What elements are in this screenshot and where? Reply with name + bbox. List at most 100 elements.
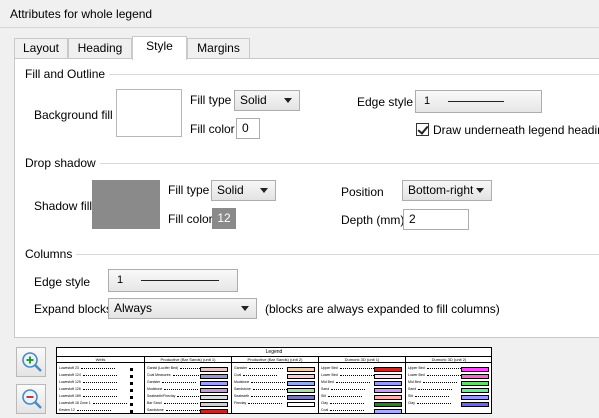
- legend-preview-entry-label: Lower Bed: [408, 373, 425, 377]
- legend-preview-swatch: [374, 409, 402, 413]
- legend-preview-entry: Lowestoft 189: [59, 394, 117, 400]
- legend-preview-marker: [130, 396, 133, 399]
- legend-preview-entry-label: Sand: [321, 387, 330, 391]
- legend-preview-swatch: [200, 374, 228, 379]
- legend-preview-entry: Lowestoft 124: [59, 373, 117, 379]
- tab-style[interactable]: Style: [132, 36, 187, 60]
- chevron-down-icon: [284, 98, 292, 103]
- tab-margins[interactable]: Margins: [187, 38, 250, 59]
- background-fill-swatch[interactable]: [116, 89, 182, 137]
- legend-preview-entry: Lowestoft 126: [59, 387, 117, 393]
- legend-preview-entry-label: Lowestoft 18 Zone 1: [59, 401, 91, 405]
- legend-preview-entry-label: Lowestoft 126: [59, 387, 81, 391]
- legend-preview-entry-label: Coal Measures: [147, 373, 171, 377]
- columns-edge-style-label: Edge style: [34, 275, 91, 289]
- legend-preview-marker: [130, 382, 133, 385]
- legend-preview-swatch: [200, 388, 228, 393]
- legend-preview-swatch: [374, 402, 402, 407]
- shadow-fill-type-label: Fill type: [168, 183, 210, 197]
- legend-preview-entry-label: Sand: [408, 387, 417, 391]
- legend-preview-entry: Mudstone: [234, 380, 286, 386]
- legend-preview-leader: [339, 374, 374, 376]
- legend-preview-entry: Coal: [321, 408, 365, 413]
- legend-preview-swatch: [461, 388, 489, 393]
- legend-preview-entry-label: Lowestoft 23: [59, 366, 79, 370]
- position-label: Position: [341, 185, 384, 199]
- legend-preview-entry: Clay: [408, 401, 452, 407]
- columns-edge-style-button[interactable]: 1: [108, 269, 238, 292]
- legend-preview-entry: Sandstone: [234, 387, 287, 393]
- legend-preview-swatch: [287, 388, 315, 393]
- legend-preview-entry-label: Mudstone: [147, 387, 163, 391]
- zoom-in-button[interactable]: [16, 347, 46, 377]
- shadow-fill-color-field[interactable]: 12: [212, 208, 236, 229]
- legend-preview-leader: [339, 367, 374, 369]
- legend-preview-entry-label: Coal: [234, 373, 242, 377]
- legend-preview-marker: [130, 403, 133, 406]
- shadow-fill-label: Shadow fill: [34, 199, 93, 213]
- legend-preview-entry-label: Sandstone: [147, 408, 164, 412]
- legend-preview-entry-label: Silt: [408, 394, 413, 398]
- legend-preview-leader: [330, 402, 365, 404]
- draw-underneath-checkbox[interactable]: [416, 123, 429, 136]
- legend-preview-entry: Coal: [234, 373, 278, 379]
- tab-heading[interactable]: Heading: [68, 38, 132, 59]
- legend-preview-entry-label: Kesten 12: [59, 408, 75, 412]
- legend-preview-leader: [331, 388, 366, 390]
- background-fill-label: Background fill: [34, 108, 113, 122]
- legend-preview-leader: [417, 402, 452, 404]
- legend-preview-entry: Coal Measures: [147, 373, 207, 379]
- zoom-out-button[interactable]: [16, 384, 46, 414]
- legend-preview-leader: [251, 381, 286, 383]
- legend-preview-entry: Silt: [408, 394, 449, 400]
- zoom-in-icon: [22, 352, 42, 372]
- legend-preview-leader: [82, 388, 117, 390]
- legend-preview-entry: Silt: [321, 394, 362, 400]
- legend-preview-entry-label: Upper Bed: [408, 366, 425, 370]
- shadow-fill-swatch[interactable]: [92, 180, 160, 229]
- expand-blocks-select[interactable]: Always: [108, 298, 257, 319]
- legend-preview-leader: [251, 395, 286, 397]
- legend-preview-leader: [422, 381, 457, 383]
- legend-preview-swatch: [287, 381, 315, 386]
- legend-preview-swatch: [461, 367, 489, 372]
- legend-preview-entry: Upper Bed: [321, 366, 374, 372]
- columns-edge-style-value: 1: [117, 274, 124, 286]
- legend-preview-entry: Sand: [321, 387, 366, 393]
- legend-preview-leader: [165, 409, 200, 411]
- legend-preview-entry: Bar Sand: [147, 401, 198, 407]
- fill-type-select[interactable]: Solid: [234, 90, 300, 111]
- legend-preview-entry: Sandstone: [147, 408, 200, 413]
- group-divider: [71, 254, 599, 255]
- legend-preview-swatch: [374, 395, 402, 400]
- expand-blocks-hint: (blocks are always expanded to fill colu…: [265, 302, 500, 316]
- legend-preview-column: Dumoric 3D (unit 1) Upper Bed Lower Bed Mid…: [318, 357, 405, 413]
- edge-style-button[interactable]: 1: [415, 90, 542, 113]
- legend-preview-entry-label: Seatearth: [234, 394, 250, 398]
- legend-preview-swatch: [461, 402, 489, 407]
- depth-field[interactable]: 2: [403, 209, 469, 230]
- legend-preview-column-heading: Productive (Bar Sands) (unit 2): [232, 357, 318, 363]
- legend-preview-leader: [252, 388, 287, 390]
- legend-preview-entry-label: Silt: [321, 394, 326, 398]
- legend-preview-swatch: [287, 402, 315, 407]
- legend-preview-marker: [130, 368, 133, 371]
- fill-color-field[interactable]: 0: [236, 118, 260, 139]
- shadow-fill-color-label: Fill color: [168, 212, 213, 226]
- legend-preview-entry-label: Sandstone: [234, 387, 251, 391]
- legend-preview-swatch: [200, 402, 228, 407]
- shadow-fill-type-select[interactable]: Solid: [211, 180, 276, 201]
- legend-preview-swatch: [374, 388, 402, 393]
- legend-preview-entry: Seatearth: [234, 394, 286, 400]
- tab-layout[interactable]: Layout: [14, 38, 68, 59]
- legend-preview-entry-label: Mudstone: [234, 380, 250, 384]
- legend-preview-entry-label: Lowestoft 124: [59, 373, 81, 377]
- fill-type-value: Solid: [240, 93, 267, 107]
- legend-preview-swatch: [374, 367, 402, 372]
- legend-preview-leader: [414, 395, 449, 397]
- fill-outline-group-title: Fill and Outline: [25, 67, 110, 81]
- legend-preview-column: Dumoric 3D (unit 2) Upper Bed Lower Bed Mid…: [405, 357, 491, 413]
- legend-preview-entry-label: Clay: [321, 401, 329, 405]
- position-select[interactable]: Bottom-right: [402, 180, 492, 201]
- legend-preview-leader: [92, 402, 127, 404]
